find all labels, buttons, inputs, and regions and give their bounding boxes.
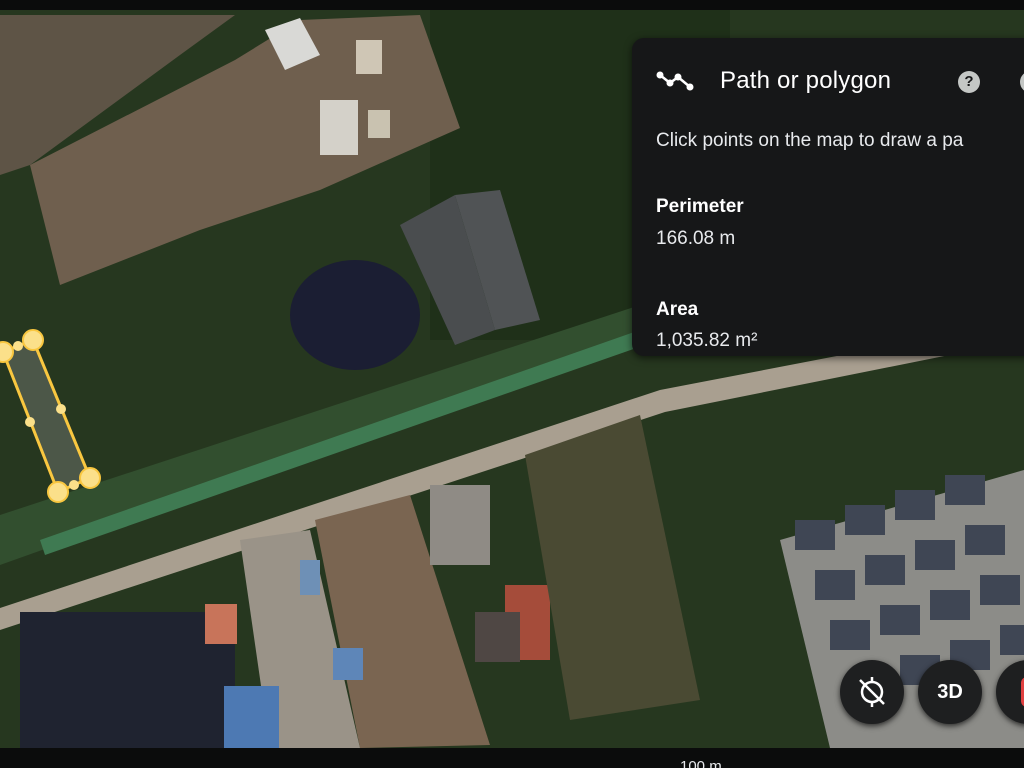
map-view[interactable]: Path or polygon ? Click points on the ma… bbox=[0, 0, 1024, 768]
panel-title: Path or polygon bbox=[720, 67, 892, 94]
scale-label[interactable]: 100 m bbox=[680, 758, 722, 768]
status-bar: 100 m bbox=[0, 748, 1024, 768]
path-icon bbox=[656, 71, 694, 91]
help-icon[interactable]: ? bbox=[958, 71, 980, 93]
compass-off-icon bbox=[859, 677, 885, 707]
top-strip bbox=[0, 0, 1024, 10]
perimeter-value: 166.08 m bbox=[656, 228, 736, 249]
perimeter-label: Perimeter bbox=[656, 196, 744, 217]
instructions-text: Click points on the map to draw a pa bbox=[656, 130, 964, 151]
reset-north-button[interactable] bbox=[840, 660, 904, 724]
area-value: 1,035.82 m² bbox=[656, 330, 758, 351]
3d-label: 3D bbox=[937, 680, 963, 703]
area-label: Area bbox=[656, 299, 699, 320]
close-icon[interactable] bbox=[1020, 71, 1024, 93]
3d-toggle-button[interactable]: 3D bbox=[918, 660, 982, 724]
measurement-panel: Path or polygon ? Click points on the ma… bbox=[632, 38, 1024, 356]
panel-header: Path or polygon bbox=[656, 66, 891, 96]
